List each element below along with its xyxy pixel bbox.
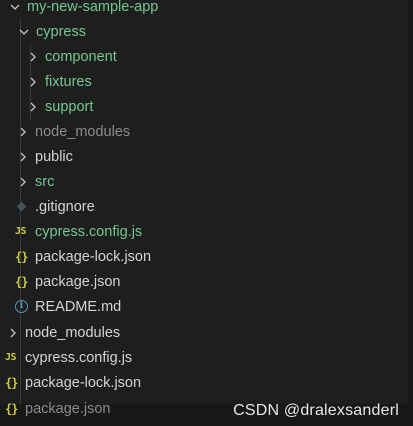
folder-label: my-new-sample-app	[27, 0, 159, 15]
json-icon: {}	[15, 249, 28, 264]
folder-label: fixtures	[45, 73, 92, 90]
file-label: package.json	[25, 400, 111, 417]
tree-item-node-modules[interactable]: node_modules	[0, 119, 413, 144]
git-icon	[15, 201, 31, 212]
chevron-right-icon	[16, 125, 30, 139]
tree-item-outer-node-modules[interactable]: node_modules	[0, 320, 413, 345]
json-icon: {}	[15, 274, 28, 289]
chevron-right-icon	[26, 75, 40, 89]
chevron-right-icon	[6, 326, 20, 340]
chevron-down-icon	[17, 25, 31, 39]
folder-label: component	[45, 48, 117, 65]
tree-item-readme[interactable]: i README.md	[0, 294, 413, 319]
folder-label: public	[35, 148, 73, 165]
folder-label: support	[45, 98, 94, 115]
file-label: README.md	[35, 298, 122, 315]
tree-item-package-json[interactable]: {} package.json	[0, 269, 413, 294]
json-icon: {}	[5, 401, 18, 416]
tree-item-my-new-sample-app[interactable]: my-new-sample-app	[0, 0, 413, 19]
file-label: cypress.config.js	[35, 223, 143, 240]
chevron-down-icon	[8, 0, 22, 14]
tree-item-package-lock[interactable]: {} package-lock.json	[0, 244, 413, 269]
tree-item-public[interactable]: public	[0, 144, 413, 169]
folder-label: src	[35, 173, 55, 190]
tree-item-cypress[interactable]: cypress	[0, 19, 413, 44]
chevron-right-icon	[16, 175, 30, 189]
javascript-icon: JS	[5, 352, 17, 363]
file-label: package-lock.json	[25, 374, 142, 391]
tree-item-outer-package-lock[interactable]: {} package-lock.json	[0, 370, 413, 395]
folder-label: node_modules	[25, 324, 121, 341]
file-explorer: my-new-sample-app cypress component fixt…	[0, 0, 413, 426]
javascript-icon: JS	[15, 226, 27, 237]
file-label: package.json	[35, 273, 121, 290]
tree-item-fixtures[interactable]: fixtures	[0, 69, 413, 94]
tree-item-outer-cypress-config[interactable]: JS cypress.config.js	[0, 345, 413, 370]
folder-label: node_modules	[35, 123, 131, 140]
chevron-right-icon	[16, 150, 30, 164]
watermark-text: CSDN @dralexsanderl	[233, 402, 399, 419]
json-icon: {}	[5, 375, 18, 390]
folder-label: cypress	[36, 23, 86, 40]
tree-item-gitignore[interactable]: .gitignore	[0, 194, 413, 219]
file-label: .gitignore	[35, 198, 95, 215]
tree-item-cypress-config[interactable]: JS cypress.config.js	[0, 219, 413, 244]
chevron-right-icon	[26, 100, 40, 114]
tree-item-support[interactable]: support	[0, 94, 413, 119]
file-label: cypress.config.js	[25, 349, 133, 366]
file-label: package-lock.json	[35, 248, 152, 265]
info-icon: i	[15, 300, 31, 313]
chevron-right-icon	[26, 50, 40, 64]
tree-item-src[interactable]: src	[0, 169, 413, 194]
tree-item-component[interactable]: component	[0, 44, 413, 69]
